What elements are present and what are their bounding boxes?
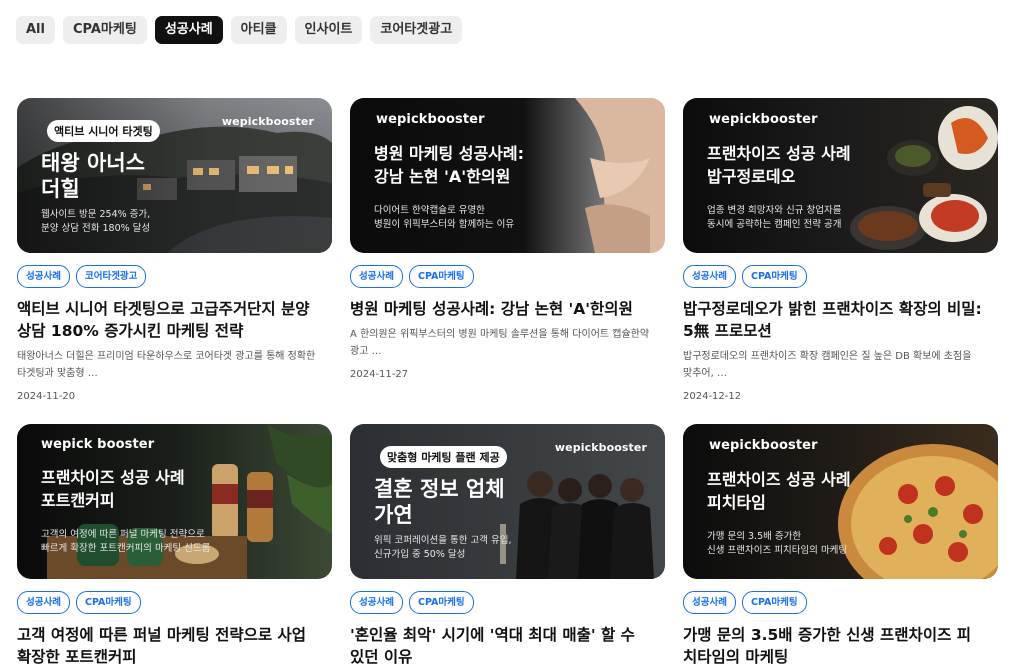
post-card[interactable]: wepickbooster 프랜차이즈 성공 사례 밥구정로데오 업종 변경 희… bbox=[683, 98, 998, 402]
post-title[interactable]: 액티브 시니어 타겟팅으로 고급주거단지 분양 상담 180% 증가시킨 마케팅… bbox=[17, 298, 317, 342]
caption-line: 웹사이트 방문 254% 증가, bbox=[41, 209, 151, 220]
post-excerpt: 태왕아너스 더힐은 프리미엄 타운하우스로 코어타겟 광고를 통해 정확한 타겟… bbox=[17, 351, 316, 379]
post-date: 2024-11-20 bbox=[17, 391, 76, 402]
tag-list: 성공사례 코어타겟광고 bbox=[17, 265, 332, 288]
post-thumbnail[interactable]: wepickbooster 병원 마케팅 성공사례: 강남 논현 'A'한의원 … bbox=[350, 98, 665, 253]
post-title[interactable]: '혼인율 최악' 시기에 '역대 최대 매출' 할 수 있던 이유 bbox=[350, 624, 650, 668]
caption-line: 빠르게 확장한 포트캔커피의 마케팅 신드롬 bbox=[41, 543, 211, 554]
post-title[interactable]: 고객 여정에 따른 퍼널 마케팅 전략으로 사업 확장한 포트캔커피 bbox=[17, 624, 317, 668]
post-thumbnail[interactable]: wepickbooster 맞춤형 마케팅 플랜 제공 결혼 정보 업체 가연 … bbox=[350, 424, 665, 579]
category-tabs: All CPA마케팅 성공사례 아티클 인사이트 코어타겟광고 bbox=[16, 16, 463, 44]
headline-line: 프랜차이즈 성공 사례 bbox=[707, 144, 851, 163]
thumbnail-caption: 업종 변경 희망자와 신규 창업자를 동시에 공략하는 캠페인 전략 공개 bbox=[707, 204, 841, 232]
post-thumbnail[interactable]: wepick booster 프랜차이즈 성공 사례 포트캔커피 고객의 여정에… bbox=[17, 424, 332, 579]
headline-line: 프랜차이즈 성공 사례 bbox=[707, 470, 851, 489]
post-thumbnail[interactable]: wepickbooster 프랜차이즈 성공 사례 밥구정로데오 업종 변경 희… bbox=[683, 98, 998, 253]
post-date: 2024-12-12 bbox=[683, 391, 742, 402]
thumbnail-headline: 병원 마케팅 성공사례: 강남 논현 'A'한의원 bbox=[374, 142, 524, 188]
brand-logo: wepickbooster bbox=[709, 438, 818, 453]
tag-success-case[interactable]: 성공사례 bbox=[17, 265, 70, 288]
tag-list: 성공사례 CPA마케팅 bbox=[17, 591, 332, 614]
post-card[interactable]: wepickbooster 맞춤형 마케팅 플랜 제공 결혼 정보 업체 가연 … bbox=[350, 424, 665, 668]
brand-logo: wepick booster bbox=[41, 437, 155, 452]
post-card[interactable]: wepickbooster 액티브 시니어 타겟팅 태왕 아너스 더힐 웹사이트… bbox=[17, 98, 332, 402]
post-date: 2024-11-27 bbox=[350, 369, 409, 380]
post-card[interactable]: wepickbooster 병원 마케팅 성공사례: 강남 논현 'A'한의원 … bbox=[350, 98, 665, 380]
brand-logo: wepickbooster bbox=[221, 115, 314, 128]
thumbnail-caption: 위픽 코퍼레이션을 통한 고객 유입, 신규가입 중 50% 달성 bbox=[374, 534, 511, 562]
thumbnail-headline: 프랜차이즈 성공 사례 포트캔커피 bbox=[41, 466, 185, 512]
thumbnail-headline: 프랜차이즈 성공 사례 밥구정로데오 bbox=[707, 142, 851, 188]
caption-line: 업종 변경 희망자와 신규 창업자를 bbox=[707, 205, 842, 216]
thumbnail-caption: 웹사이트 방문 254% 증가, 분양 상담 전화 180% 달성 bbox=[41, 208, 150, 236]
thumbnail-badge: 액티브 시니어 타겟팅 bbox=[47, 120, 160, 142]
tag-cpa-marketing[interactable]: CPA마케팅 bbox=[408, 265, 474, 288]
caption-line: 가맹 문의 3.5배 증가한 bbox=[707, 531, 802, 542]
tag-cpa-marketing[interactable]: CPA마케팅 bbox=[741, 591, 807, 614]
headline-line: 포트캔커피 bbox=[41, 491, 115, 510]
tag-list: 성공사례 CPA마케팅 bbox=[350, 591, 665, 614]
tab-core-target-ads[interactable]: 코어타겟광고 bbox=[370, 16, 463, 44]
tab-article[interactable]: 아티클 bbox=[230, 16, 287, 44]
brand-logo: wepickbooster bbox=[554, 441, 647, 454]
caption-line: 신규가입 중 50% 달성 bbox=[374, 549, 466, 560]
post-card[interactable]: wepickbooster 프랜차이즈 성공 사례 피치타임 가맹 문의 3.5… bbox=[683, 424, 998, 668]
post-card[interactable]: wepick booster 프랜차이즈 성공 사례 포트캔커피 고객의 여정에… bbox=[17, 424, 332, 668]
tab-success-cases[interactable]: 성공사례 bbox=[154, 16, 223, 44]
headline-line: 더힐 bbox=[41, 177, 80, 201]
post-thumbnail[interactable]: wepickbooster 프랜차이즈 성공 사례 피치타임 가맹 문의 3.5… bbox=[683, 424, 998, 579]
thumbnail-caption: 가맹 문의 3.5배 증가한 신생 프랜차이즈 피치타임의 마케팅 bbox=[707, 530, 847, 558]
thumbnail-badge: 맞춤형 마케팅 플랜 제공 bbox=[380, 446, 507, 468]
thumbnail-headline: 태왕 아너스 더힐 bbox=[41, 150, 145, 202]
headline-line: 태왕 아너스 bbox=[41, 151, 145, 175]
post-thumbnail[interactable]: wepickbooster 액티브 시니어 타겟팅 태왕 아너스 더힐 웹사이트… bbox=[17, 98, 332, 253]
headline-line: 결혼 정보 업체 bbox=[374, 477, 505, 501]
caption-line: 위픽 코퍼레이션을 통한 고객 유입, bbox=[374, 535, 512, 546]
caption-line: 신생 프랜차이즈 피치타임의 마케팅 bbox=[707, 545, 848, 556]
caption-line: 다이어트 한약캡슐로 유명한 bbox=[374, 205, 485, 216]
post-excerpt: 밥구정로데오의 프랜차이즈 확장 캠페인은 질 높은 DB 확보에 초점을 맞추… bbox=[683, 351, 972, 379]
headline-line: 가연 bbox=[374, 503, 413, 527]
thumbnail-headline: 결혼 정보 업체 가연 bbox=[374, 476, 505, 528]
tag-success-case[interactable]: 성공사례 bbox=[350, 265, 403, 288]
tag-cpa-marketing[interactable]: CPA마케팅 bbox=[741, 265, 807, 288]
caption-line: 고객의 여정에 따른 퍼널 마케팅 전략으로 bbox=[41, 529, 205, 540]
tag-list: 성공사례 CPA마케팅 bbox=[350, 265, 665, 288]
headline-line: 강남 논현 'A'한의원 bbox=[374, 167, 511, 186]
post-excerpt: A 한의원은 위픽부스터의 병원 마케팅 솔루션을 통해 다이어트 캡슐한약 광… bbox=[350, 329, 650, 357]
caption-line: 분양 상담 전화 180% 달성 bbox=[41, 223, 151, 234]
headline-line: 밥구정로데오 bbox=[707, 167, 796, 186]
headline-line: 프랜차이즈 성공 사례 bbox=[41, 468, 185, 487]
caption-line: 병원이 위픽부스터와 함께하는 이유 bbox=[374, 219, 515, 230]
thumbnail-caption: 고객의 여정에 따른 퍼널 마케팅 전략으로 빠르게 확장한 포트캔커피의 마케… bbox=[41, 528, 210, 556]
tab-cpa-marketing[interactable]: CPA마케팅 bbox=[62, 16, 147, 44]
tag-success-case[interactable]: 성공사례 bbox=[17, 591, 70, 614]
tag-success-case[interactable]: 성공사례 bbox=[350, 591, 403, 614]
tag-cpa-marketing[interactable]: CPA마케팅 bbox=[408, 591, 474, 614]
tag-core-target-ads[interactable]: 코어타겟광고 bbox=[75, 265, 147, 288]
post-title[interactable]: 병원 마케팅 성공사례: 강남 논현 'A'한의원 bbox=[350, 298, 650, 320]
brand-logo: wepickbooster bbox=[376, 112, 485, 127]
thumbnail-headline: 프랜차이즈 성공 사례 피치타임 bbox=[707, 468, 851, 514]
headline-line: 피치타임 bbox=[707, 493, 766, 512]
caption-line: 동시에 공략하는 캠페인 전략 공개 bbox=[707, 219, 842, 230]
tag-list: 성공사례 CPA마케팅 bbox=[683, 591, 998, 614]
tab-insight[interactable]: 인사이트 bbox=[294, 16, 363, 44]
tag-success-case[interactable]: 성공사례 bbox=[683, 265, 736, 288]
headline-line: 병원 마케팅 성공사례: bbox=[374, 144, 525, 163]
tag-list: 성공사례 CPA마케팅 bbox=[683, 265, 998, 288]
tag-cpa-marketing[interactable]: CPA마케팅 bbox=[75, 591, 141, 614]
tab-all[interactable]: All bbox=[16, 16, 55, 44]
post-title[interactable]: 밥구정로데오가 밝힌 프랜차이즈 확장의 비밀: 5無 프로모션 bbox=[683, 298, 983, 342]
brand-logo: wepickbooster bbox=[709, 112, 818, 127]
thumbnail-caption: 다이어트 한약캡슐로 유명한 병원이 위픽부스터와 함께하는 이유 bbox=[374, 204, 514, 232]
tag-success-case[interactable]: 성공사례 bbox=[683, 591, 736, 614]
post-title[interactable]: 가맹 문의 3.5배 증가한 신생 프랜차이즈 피치타임의 마케팅 bbox=[683, 624, 983, 668]
